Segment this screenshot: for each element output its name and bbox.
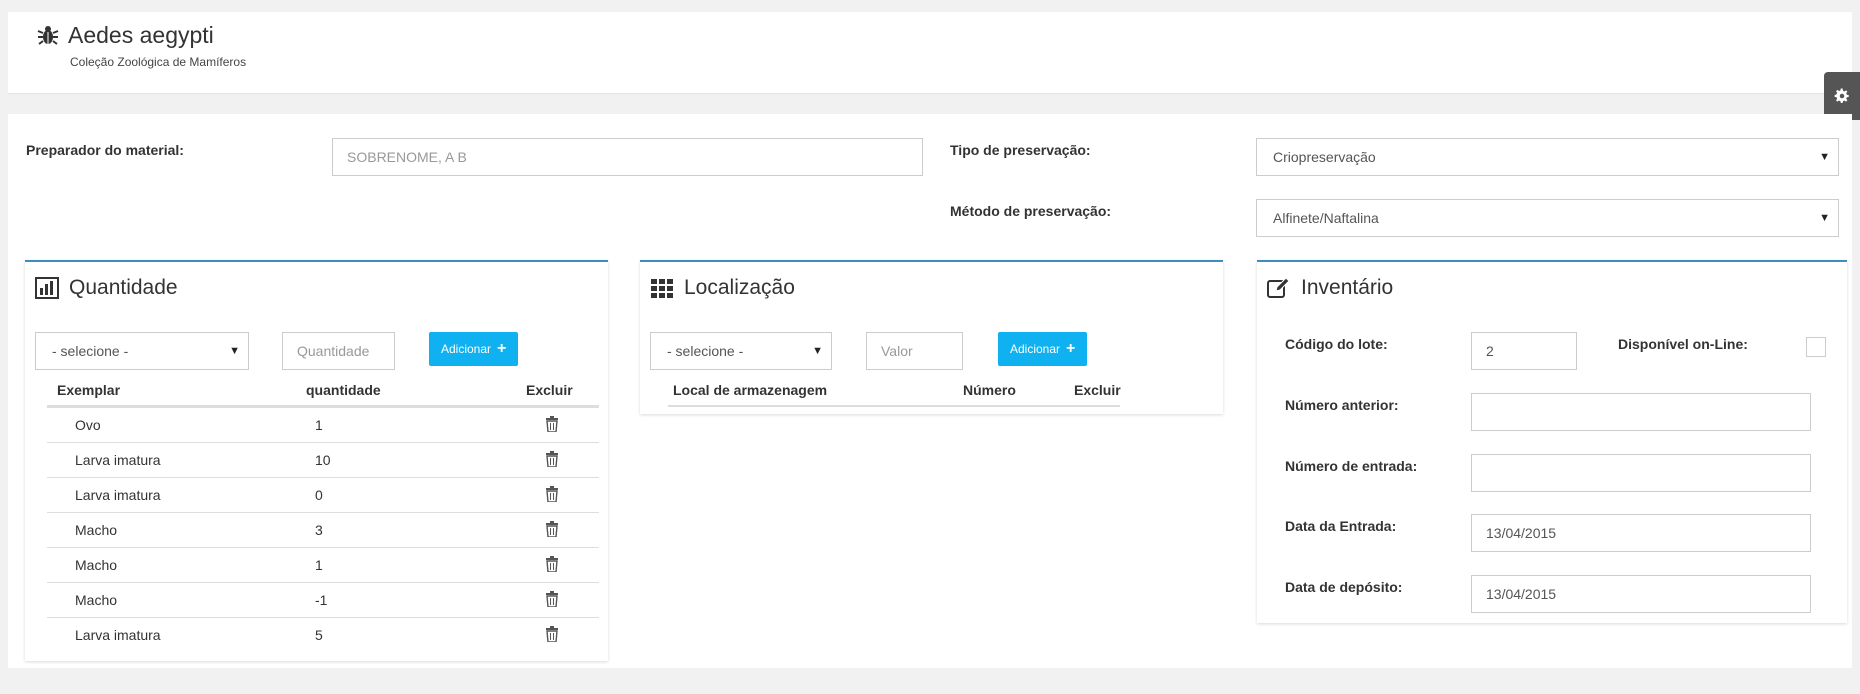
codigo-lote-input[interactable]: 2 <box>1471 332 1577 370</box>
quantidade-cell: 1 <box>315 557 323 573</box>
data-entrada-input[interactable]: 13/04/2015 <box>1471 514 1811 552</box>
data-deposito-input[interactable]: 13/04/2015 <box>1471 575 1811 613</box>
tipo-preservacao-value: Criopreservação <box>1273 149 1376 165</box>
valor-input[interactable]: Valor <box>866 332 963 370</box>
data-entrada-value: 13/04/2015 <box>1486 525 1557 541</box>
trash-icon[interactable] <box>545 451 559 467</box>
main-content: Preparador do material: SOBRENOME, A B T… <box>8 114 1852 668</box>
settings-button[interactable] <box>1824 72 1860 120</box>
data-entrada-label: Data da Entrada: <box>1285 518 1397 534</box>
codigo-lote-value: 2 <box>1486 343 1494 359</box>
bar-chart-icon <box>35 277 59 299</box>
quantidade-cell: 1 <box>315 417 323 433</box>
caret-down-icon: ▼ <box>1819 212 1830 224</box>
tipo-preservacao-select[interactable]: Criopreservação ▼ <box>1256 138 1839 176</box>
plus-icon: + <box>497 340 507 357</box>
table-row: Macho 3 <box>47 512 599 547</box>
metodo-preservacao-label: Método de preservação: <box>950 203 1112 219</box>
exemplar-cell: Macho <box>75 522 118 538</box>
numero-entrada-input[interactable] <box>1471 454 1811 492</box>
page-title: Aedes aegypti <box>68 22 214 48</box>
trash-icon[interactable] <box>545 626 559 642</box>
table-row: Larva imatura 5 <box>47 617 599 652</box>
data-deposito-value: 13/04/2015 <box>1486 586 1557 602</box>
online-checkbox[interactable] <box>1806 337 1826 357</box>
numero-anterior-label: Número anterior: <box>1285 397 1399 413</box>
trash-icon[interactable] <box>545 486 559 502</box>
exemplar-cell: Macho <box>75 592 118 608</box>
quantidade-cell: -1 <box>315 592 328 608</box>
quantidade-placeholder: Quantidade <box>297 343 370 359</box>
preparador-input[interactable]: SOBRENOME, A B <box>332 138 923 176</box>
exemplar-cell: Larva imatura <box>75 487 161 503</box>
table-row: Macho -1 <box>47 582 599 617</box>
edit-icon <box>1267 277 1290 298</box>
quantidade-title-text: Quantidade <box>69 276 178 299</box>
table-row: Ovo 1 <box>47 407 599 442</box>
inventario-panel: Inventário Código do lote: 2 Disponível … <box>1257 260 1847 623</box>
adicionar-label: Adicionar <box>441 342 492 356</box>
adicionar-localizacao-button[interactable]: Adicionar + <box>998 332 1088 366</box>
column-header-local: Local de armazenagem <box>673 382 828 398</box>
localizacao-panel: Localização - selecione - ▼ Valor Adicio… <box>640 260 1223 414</box>
localizacao-title-text: Localização <box>684 276 795 299</box>
quantidade-cell: 10 <box>315 452 331 468</box>
online-label: Disponível on-Line: <box>1618 336 1748 352</box>
grid-icon <box>651 279 673 298</box>
exemplar-cell: Larva imatura <box>75 627 161 643</box>
table-row: Larva imatura 0 <box>47 477 599 512</box>
numero-anterior-input[interactable] <box>1471 393 1811 431</box>
metodo-preservacao-value: Alfinete/Naftalina <box>1273 210 1379 226</box>
caret-down-icon: ▼ <box>812 345 823 357</box>
quantidade-cell: 0 <box>315 487 323 503</box>
bug-icon <box>37 26 59 45</box>
valor-placeholder: Valor <box>881 343 913 359</box>
codigo-lote-label: Código do lote: <box>1285 336 1388 352</box>
quantidade-title: Quantidade <box>35 276 178 300</box>
trash-icon[interactable] <box>545 556 559 572</box>
quantidade-panel: Quantidade - selecione - ▼ Quantidade Ad… <box>25 260 608 661</box>
exemplar-cell: Macho <box>75 557 118 573</box>
exemplar-select-value: - selecione - <box>52 343 129 359</box>
table-row: Larva imatura 10 <box>47 442 599 477</box>
caret-down-icon: ▼ <box>1819 151 1830 163</box>
quantidade-input[interactable]: Quantidade <box>282 332 395 370</box>
table-row: Macho 1 <box>47 547 599 582</box>
table-header-divider <box>668 405 1120 407</box>
inventario-title-text: Inventário <box>1301 276 1394 299</box>
preparador-placeholder: SOBRENOME, A B <box>347 149 467 165</box>
exemplar-cell: Ovo <box>75 417 101 433</box>
exemplar-select[interactable]: - selecione - ▼ <box>35 332 249 370</box>
trash-icon[interactable] <box>545 416 559 432</box>
column-header-exemplar: Exemplar <box>57 382 121 398</box>
local-select-value: - selecione - <box>667 343 744 359</box>
adicionar-label: Adicionar <box>1010 342 1061 356</box>
trash-icon[interactable] <box>545 521 559 537</box>
adicionar-quantidade-button[interactable]: Adicionar + <box>429 332 519 366</box>
plus-icon: + <box>1066 340 1076 357</box>
preparador-label: Preparador do material: <box>26 142 184 158</box>
page-header: Aedes aegypti Coleção Zoológica de Mamíf… <box>8 12 1852 94</box>
tipo-preservacao-label: Tipo de preservação: <box>950 142 1091 158</box>
quantidade-cell: 5 <box>315 627 323 643</box>
metodo-preservacao-select[interactable]: Alfinete/Naftalina ▼ <box>1256 199 1839 237</box>
column-header-excluir: Excluir <box>526 382 573 398</box>
quantidade-cell: 3 <box>315 522 323 538</box>
data-deposito-label: Data de depósito: <box>1285 579 1403 595</box>
page-subtitle: Coleção Zoológica de Mamíferos <box>70 55 247 69</box>
exemplar-cell: Larva imatura <box>75 452 161 468</box>
numero-entrada-label: Número de entrada: <box>1285 458 1418 474</box>
column-header-numero: Número <box>963 382 1016 398</box>
local-select[interactable]: - selecione - ▼ <box>650 332 832 370</box>
caret-down-icon: ▼ <box>229 345 240 357</box>
column-header-excluir: Excluir <box>1074 382 1121 398</box>
inventario-title: Inventário <box>1267 276 1393 300</box>
localizacao-title: Localização <box>650 276 795 300</box>
trash-icon[interactable] <box>545 591 559 607</box>
gear-icon <box>1834 88 1849 104</box>
column-header-quantidade: quantidade <box>306 382 381 398</box>
